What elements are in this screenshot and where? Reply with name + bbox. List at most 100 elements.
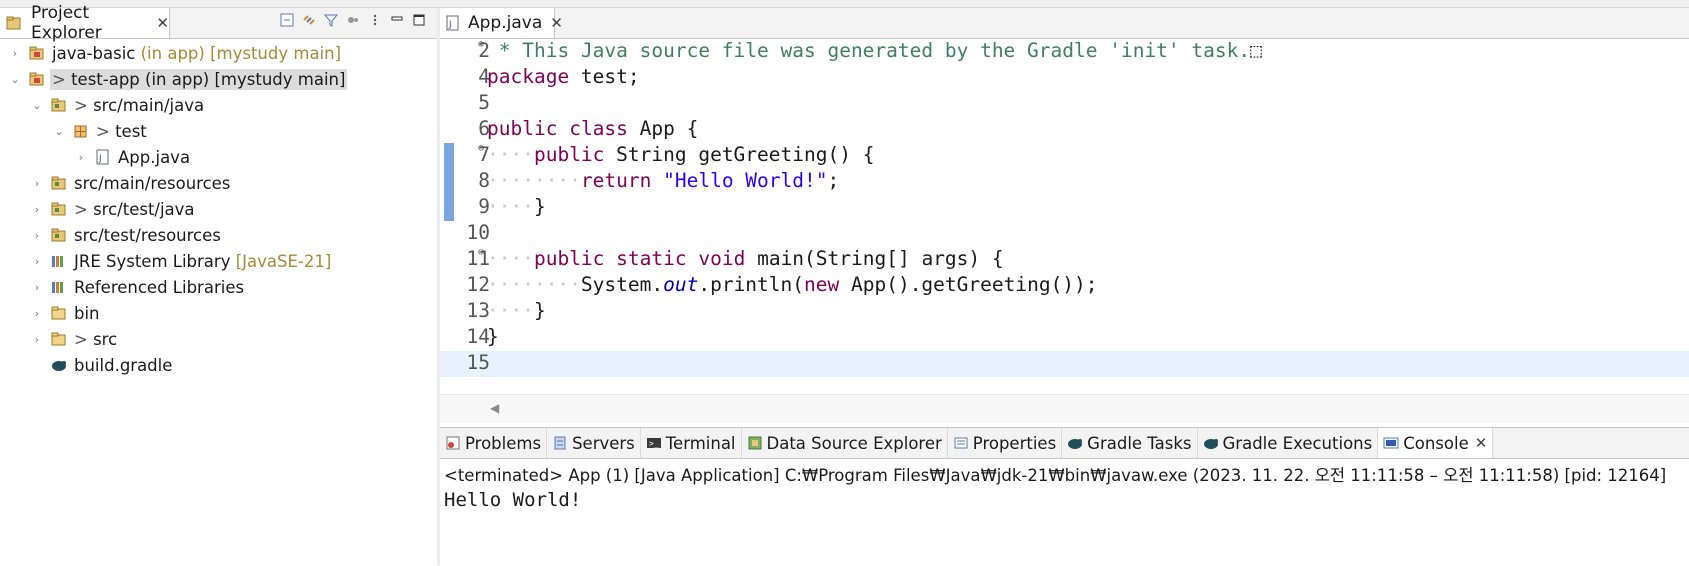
collapse-all-icon[interactable] [279, 12, 295, 28]
chevron-right-icon[interactable]: › [30, 177, 44, 190]
bottom-tabbar: Problems Servers >_ Terminal Data Source Exp… [440, 428, 1689, 459]
code-text: } [487, 325, 499, 348]
chevron-right-icon[interactable]: › [8, 47, 22, 60]
tree-item[interactable]: ⌄ > test [0, 118, 437, 144]
line-number: 2 [478, 39, 490, 62]
tree-item[interactable]: › src/test/resources [0, 222, 437, 248]
code-line[interactable]: 15 [440, 351, 1689, 377]
chevron-down-icon[interactable]: ⌄ [30, 99, 44, 112]
tree-item-decoration: [JavaSE-21] [230, 251, 332, 271]
code-line[interactable]: 8 ········return "Hello World!"; [440, 169, 1689, 195]
tree-item[interactable]: › > src/test/java [0, 196, 437, 222]
expand-fold-icon[interactable]: ⊕ [478, 39, 484, 50]
collapse-fold-icon[interactable]: ⊖ [478, 247, 484, 258]
editor-panel: J App.java ✕ 2 ⊕ * This Java source file … [440, 8, 1689, 426]
maximize-icon[interactable] [411, 12, 427, 28]
source-folder-icon [50, 227, 68, 243]
tree-item-name: build.gradle [74, 355, 173, 375]
tree-item-prefix: > [74, 329, 94, 349]
code-line[interactable]: 13 ····} [440, 299, 1689, 325]
tree-item-label: > src/main/java [72, 95, 206, 116]
tab-console[interactable]: Console ✕ [1378, 428, 1494, 458]
close-icon[interactable]: ✕ [550, 14, 563, 32]
explorer-tabbar: Project Explorer ✕ [0, 3, 437, 43]
editor-tabbar: J App.java ✕ [440, 8, 1689, 39]
close-icon[interactable]: ✕ [156, 14, 169, 32]
tab-servers[interactable]: Servers [547, 428, 641, 458]
tab-data-source-explorer[interactable]: Data Source Explorer [742, 428, 948, 458]
horizontal-scrollbar[interactable]: ◀ [440, 394, 1689, 423]
code-token: .println( [698, 273, 805, 296]
tree-item[interactable]: › Referenced Libraries [0, 274, 437, 300]
code-line[interactable]: 14} [440, 325, 1689, 351]
tree-item[interactable]: ⌄ > test-app (in app) [mystudy main] [0, 66, 437, 92]
tree-item-label: > src [72, 329, 119, 350]
chevron-down-icon[interactable]: ⌄ [8, 73, 22, 86]
tab-gradle-executions[interactable]: Gradle Executions [1198, 428, 1379, 458]
svg-text:J: J [98, 154, 102, 164]
tab-app-java[interactable]: J App.java ✕ [440, 8, 563, 38]
tree-item[interactable]: ⌄ > src/main/java [0, 92, 437, 118]
gradle-icon [1202, 435, 1220, 451]
chevron-right-icon[interactable]: › [30, 333, 44, 346]
code-token: ········ [487, 273, 581, 296]
explorer-tab-label: Project Explorer [31, 3, 102, 43]
tree-item-prefix: > [52, 69, 72, 89]
tree-item[interactable]: › J App.java [0, 144, 437, 170]
tree-item[interactable]: build.gradle [0, 352, 437, 378]
tree-item[interactable]: › JRE System Library [JavaSE-21] [0, 248, 437, 274]
tree-item-label: src/test/resources [72, 225, 223, 246]
close-icon[interactable]: ✕ [1475, 434, 1488, 452]
code-line[interactable]: 5 [440, 91, 1689, 117]
minimize-icon[interactable] [389, 12, 405, 28]
focus-icon[interactable] [345, 12, 361, 28]
tab-label: Console [1403, 433, 1469, 453]
folder-icon [50, 305, 68, 321]
scroll-left-icon[interactable]: ◀ [490, 401, 499, 415]
properties-icon [952, 435, 970, 451]
chevron-right-icon[interactable]: › [30, 203, 44, 216]
code-line[interactable]: 2 ⊕ * This Java source file was generated… [440, 39, 1689, 65]
project-tree: › java-basic (in app) [mystudy main] ⌄ > te… [0, 40, 437, 378]
tab-properties[interactable]: Properties [948, 428, 1063, 458]
chevron-right-icon[interactable]: › [30, 307, 44, 320]
code-line[interactable]: 12 ········System.out.println(new App().g… [440, 273, 1689, 299]
svg-text:J: J [448, 20, 452, 30]
filter-icon[interactable] [323, 12, 339, 28]
line-number: 12 [466, 273, 490, 296]
project-explorer-icon [6, 15, 22, 31]
tree-item[interactable]: › bin [0, 300, 437, 326]
code-line[interactable]: 10 [440, 221, 1689, 247]
tree-item[interactable]: › > src [0, 326, 437, 352]
tree-item-name: Referenced Libraries [74, 277, 245, 297]
code-line[interactable]: 7 ⊖ ····public String getGreeting() { [440, 143, 1689, 169]
source-folder-icon [50, 175, 68, 191]
tree-item-name: JRE System Library [74, 251, 231, 271]
chevron-down-icon[interactable]: ⌄ [52, 125, 66, 138]
code-token: package [487, 65, 570, 88]
code-editor[interactable]: 2 ⊕ * This Java source file was generated… [440, 39, 1689, 394]
chevron-right-icon[interactable]: › [74, 151, 88, 164]
chevron-right-icon[interactable]: › [30, 255, 44, 268]
link-editor-icon[interactable] [301, 12, 317, 28]
code-line[interactable]: 6 public class App { [440, 117, 1689, 143]
code-line[interactable]: 9 ····} [440, 195, 1689, 221]
code-text: public class App { [487, 117, 698, 140]
tab-terminal[interactable]: >_ Terminal [641, 428, 742, 458]
tree-item-label: > test-app (in app) [mystudy main] [50, 68, 348, 90]
tab-problems[interactable]: Problems [440, 428, 548, 458]
view-menu-icon[interactable] [367, 12, 383, 28]
tree-item[interactable]: › java-basic (in app) [mystudy main] [0, 40, 437, 66]
chevron-right-icon[interactable]: › [30, 281, 44, 294]
code-line[interactable]: 11 ⊖ ····public static void main(String[] … [440, 247, 1689, 273]
tab-gradle-tasks[interactable]: Gradle Tasks [1062, 428, 1198, 458]
tab-label: Problems [465, 433, 542, 453]
tree-item[interactable]: › src/main/resources [0, 170, 437, 196]
code-token: App { [627, 117, 699, 140]
code-line[interactable]: 4 package test; [440, 65, 1689, 91]
collapse-fold-icon[interactable]: ⊖ [478, 143, 484, 154]
tab-project-explorer[interactable]: Project Explorer ✕ [0, 3, 170, 43]
chevron-right-icon[interactable]: › [30, 229, 44, 242]
